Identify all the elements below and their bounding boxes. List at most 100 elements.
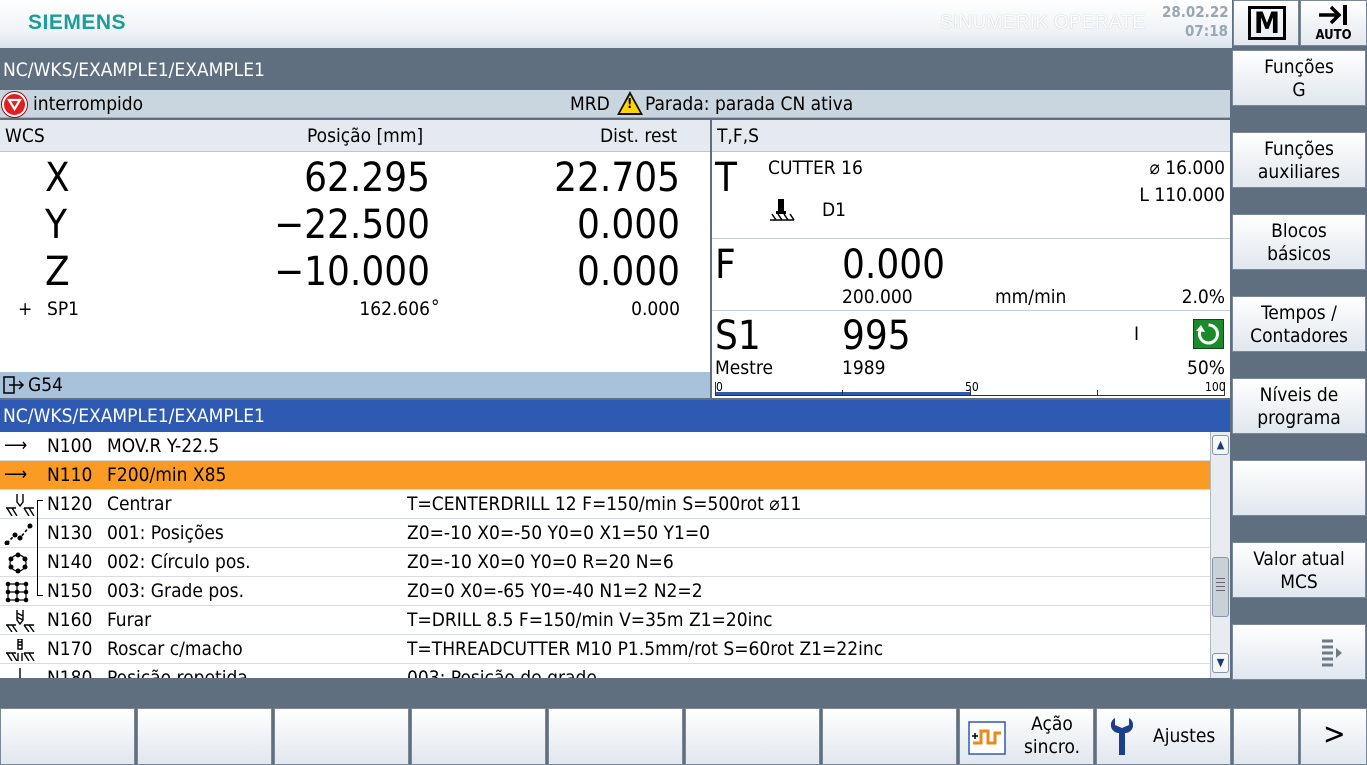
divider xyxy=(712,238,1230,239)
frame-icon xyxy=(3,376,25,394)
tfs-panel: T,F,S T CUTTER 16 ⌀ 16.000 L 110.000 D1 … xyxy=(712,120,1230,398)
tool-diameter: ⌀ 16.000 xyxy=(1149,157,1225,179)
override-scale: 0 50 100 xyxy=(715,380,1226,396)
scroll-down-button[interactable]: ▼ xyxy=(1212,653,1229,673)
hsoftkey-2[interactable] xyxy=(137,708,272,765)
auto-mode-button[interactable]: AUTO xyxy=(1300,0,1367,46)
program-row-selected[interactable]: ⟶ N110 F200/min X85 xyxy=(0,461,1210,490)
feed-override: 2.0% xyxy=(1181,286,1225,308)
softkey-more[interactable] xyxy=(1232,624,1366,680)
menu-extend-icon xyxy=(1322,639,1342,667)
drill-icon xyxy=(6,610,35,632)
hsoftkey-7[interactable] xyxy=(822,708,957,765)
mill-tool-icon xyxy=(770,199,795,221)
softkey-g-functions[interactable]: Funções G xyxy=(1232,50,1366,106)
block-number: N180 xyxy=(47,667,93,678)
arrow-icon: ⟶ xyxy=(4,435,28,456)
hsoftkey-1[interactable] xyxy=(0,708,135,765)
program-row[interactable]: ⟶ N100 MOV.R Y-22.5 xyxy=(0,432,1210,461)
tool-name: CUTTER 16 xyxy=(768,157,863,179)
block-number: N160 xyxy=(47,609,93,631)
circle-positions-icon xyxy=(8,552,28,574)
block-number: N100 xyxy=(47,435,93,457)
block-number: N110 xyxy=(47,464,93,486)
hsoftkey-6[interactable] xyxy=(685,708,820,765)
axis-dist-y: 0.000 xyxy=(577,202,680,248)
speed-override: 50% xyxy=(1187,357,1225,379)
time: 07:18 xyxy=(1185,22,1228,40)
master-label: Mestre xyxy=(715,357,774,379)
softkey-next-menu[interactable]: > xyxy=(1300,708,1367,765)
program-row[interactable]: N160 Furar T=DRILL 8.5 F=150/min V=35m Z… xyxy=(0,606,1210,635)
spindle-name: SP1 xyxy=(47,298,80,320)
position-panel: WCS Posição [mm] Dist. rest X 62.295 22.… xyxy=(0,120,710,398)
softkey-program-levels[interactable]: Níveis de programa xyxy=(1232,378,1366,434)
program-row[interactable]: N140 002: Círculo pos. Z0=-10 X0=0 Y0=0 … xyxy=(0,548,1210,577)
axis-name-y: Y xyxy=(45,202,67,248)
axis-name-z: Z xyxy=(45,249,70,295)
block-params: 003: Posição de grade xyxy=(407,667,597,678)
centering-icon xyxy=(6,494,35,516)
header-bar: SIEMENS SINUMERIK OPERATE 28.02.22 07:18 xyxy=(0,0,1232,48)
block-params: Z0=-10 X0=0 Y0=0 R=20 N=6 xyxy=(407,551,674,573)
block-description: Roscar c/macho xyxy=(107,638,243,660)
softkey-aux-functions[interactable]: Funções auxiliares xyxy=(1232,132,1366,188)
program-list[interactable]: ⟶ N100 MOV.R Y-22.5 ⟶ N110 F200/min X85 … xyxy=(0,432,1210,678)
hsoftkey-4[interactable] xyxy=(411,708,546,765)
program-row[interactable]: N150 003: Grade pos. Z0=0 X0=-65 Y0=-40 … xyxy=(0,577,1210,606)
softkey-actual-mcs[interactable]: Valor atual MCS xyxy=(1232,542,1366,598)
program-row[interactable]: N170 Roscar c/macho T=THREADCUTTER M10 P… xyxy=(0,635,1210,664)
speed-actual: 995 xyxy=(842,313,911,359)
spindle-dist: 0.000 xyxy=(631,298,680,320)
tap-icon xyxy=(6,639,35,661)
program-scrollbar[interactable]: ▲ ▼ xyxy=(1210,432,1230,678)
arrow-icon: ⟶ xyxy=(4,464,28,485)
warning-icon-mark: ! xyxy=(627,97,633,112)
spindle-prefix: + xyxy=(18,298,33,320)
block-number: N170 xyxy=(47,638,93,660)
hsoftkey-empty[interactable] xyxy=(1233,708,1299,765)
block-params: Z0=0 X0=-65 Y0=-40 N1=2 N2=2 xyxy=(407,580,703,602)
spindle-rotation-icon xyxy=(1193,319,1224,349)
wrench-icon xyxy=(1111,718,1133,755)
stop-icon xyxy=(2,92,27,117)
feed-actual: 0.000 xyxy=(842,242,945,288)
scale-tick xyxy=(1097,390,1098,396)
spindle-unit: ° xyxy=(431,296,440,318)
block-params: Z0=-10 X0=-50 Y0=0 X1=50 Y1=0 xyxy=(407,522,711,544)
frame-name: G54 xyxy=(28,374,63,396)
alarm-text[interactable]: Parada: parada CN ativa xyxy=(645,93,853,115)
program-row[interactable]: N180 Posição repetida 003: Posição de gr… xyxy=(0,664,1210,678)
hsoftkey-5[interactable] xyxy=(548,708,683,765)
product-name: SINUMERIK OPERATE xyxy=(940,12,1146,33)
date-time: 28.02.22 07:18 xyxy=(1162,3,1229,41)
softkey-basic-blocks[interactable]: Blocos básicos xyxy=(1232,214,1366,270)
machine-area-button[interactable]: M xyxy=(1233,0,1299,46)
block-params: T=DRILL 8.5 F=150/min V=35m Z1=20inc xyxy=(407,609,773,631)
scroll-up-button[interactable]: ▲ xyxy=(1212,435,1229,455)
program-row[interactable]: N130 001: Posições Z0=-10 X0=-50 Y0=0 X1… xyxy=(0,519,1210,548)
program-row[interactable]: N120 Centrar T=CENTERDRILL 12 F=150/min … xyxy=(0,490,1210,519)
tool-length: L 110.000 xyxy=(1139,184,1225,206)
distance-column: Dist. rest xyxy=(600,125,678,147)
softkey-times-counters[interactable]: Tempos / Contadores xyxy=(1232,296,1366,352)
softkey-sync-action[interactable]: Ação sincro. xyxy=(959,708,1094,765)
block-description: 003: Grade pos. xyxy=(107,580,244,602)
scroll-thumb[interactable] xyxy=(1212,557,1229,617)
axis-pos-y: −22.500 xyxy=(273,202,430,248)
date: 28.02.22 xyxy=(1162,3,1229,21)
divider xyxy=(712,310,1230,311)
spindle-label: S1 xyxy=(715,313,761,359)
message-strip xyxy=(0,678,1230,706)
axis-dist-z: 0.000 xyxy=(577,249,680,295)
block-description: 002: Círculo pos. xyxy=(107,551,251,573)
softkey-label: Ação sincro. xyxy=(1023,713,1081,758)
scale-label-100: 100 xyxy=(1205,380,1226,394)
spindle-pos: 162.606 xyxy=(359,298,430,320)
axis-name-x: X xyxy=(45,155,70,201)
block-number: N120 xyxy=(47,493,93,515)
coord-system[interactable]: WCS xyxy=(5,125,45,147)
softkey-empty[interactable] xyxy=(1232,460,1366,516)
softkey-settings[interactable]: Ajustes xyxy=(1096,708,1231,765)
hsoftkey-3[interactable] xyxy=(274,708,409,765)
